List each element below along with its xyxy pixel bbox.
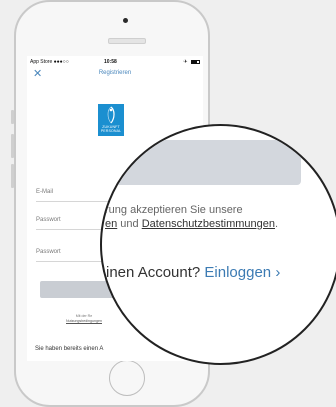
terms-text: rung akzeptieren Sie unsere en und Daten… [105,204,336,231]
battery-icon [191,59,200,64]
terms-note-link[interactable]: Nutzungsbedingungen [66,319,102,323]
privacy-link[interactable]: Datenschutzbestimmungen [142,218,275,230]
terms-line-2: en und Datenschutzbestimmungen. [105,218,336,232]
account-prompt-small: Sie haben bereits einen A [35,346,104,352]
zukunft-personal-logo: ZUKUNFT PERSONAL [98,104,124,136]
volume-up-button [11,134,14,158]
terms-period: . [275,217,279,230]
speaker-grille [108,38,146,44]
terms-note-prefix: Mit der Re [75,314,93,318]
airplane-icon: ✈ [183,59,188,65]
magnifier-lens: rieren rung akzeptieren Sie unsere en un… [100,124,336,365]
login-link[interactable]: Einloggen › [204,264,280,281]
account-question: inen Account? [106,264,205,281]
terms-link[interactable]: en [105,218,117,230]
page-title: Registrieren [98,70,132,76]
register-button[interactable]: rieren [102,140,301,185]
account-prompt: inen Account? Einloggen › [106,264,280,281]
register-button-label: rieren [102,149,119,170]
mute-switch [11,110,14,124]
navigation-bar: ✕ Registrieren [27,68,203,82]
status-bar: App Store ●●●○○ 10:58 ✈ [30,59,200,67]
terms-conjunction: und [117,217,142,230]
logo-line-2: PERSONAL [100,129,122,133]
login-label: Einloggen [204,264,272,281]
volume-down-button [11,164,14,188]
front-camera [123,18,128,23]
logo-mark-icon [107,106,115,124]
home-button[interactable] [109,360,145,396]
chevron-right-icon: › [271,264,281,281]
status-time: 10:58 [104,59,117,65]
status-right: ✈ [183,59,200,65]
carrier-label: App Store ●●●○○ [30,59,69,65]
terms-prefix: rung akzeptieren Sie unsere [105,204,243,216]
terms-note-small: Mit der Re Nutzungsbedingungen [39,314,129,324]
